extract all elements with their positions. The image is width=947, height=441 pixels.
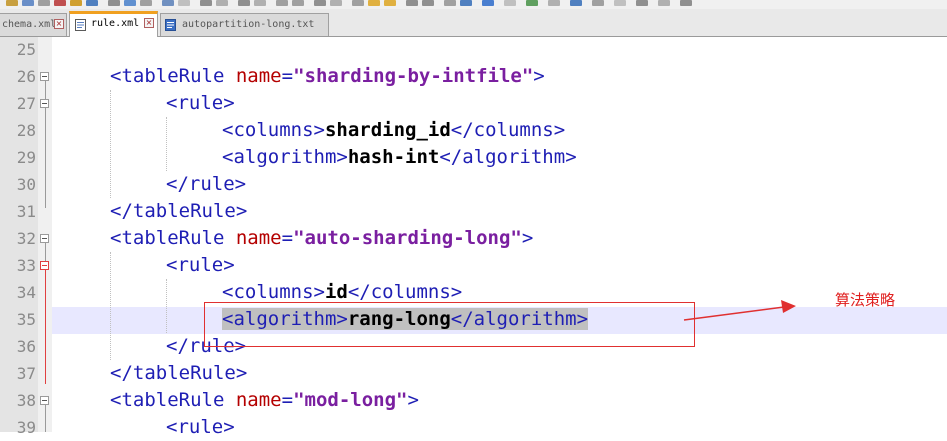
toolbar-icon[interactable] — [570, 0, 582, 6]
line-number: 39 — [16, 418, 36, 437]
code-line: </rule> — [166, 173, 247, 195]
line-number: 29 — [16, 148, 36, 167]
toolbar-icon[interactable] — [200, 0, 212, 6]
tab-close-icon[interactable]: × — [144, 18, 154, 28]
toolbar-icon[interactable] — [422, 0, 434, 6]
line-number: 26 — [16, 67, 36, 86]
fold-toggle-icon[interactable] — [40, 396, 49, 405]
toolbar-icon[interactable] — [162, 0, 174, 6]
line-number: 35 — [16, 310, 36, 329]
code-line: <tableRule name="sharding-by-intfile"> — [110, 65, 545, 87]
line-number: 25 — [16, 40, 36, 59]
toolbar-icon[interactable] — [680, 0, 692, 6]
indent-guide — [110, 90, 111, 198]
fold-toggle-icon[interactable] — [40, 261, 49, 270]
toolbar-icon[interactable] — [178, 0, 190, 6]
tab-label: rule.xml — [91, 18, 140, 29]
code-line: <rule> — [166, 416, 235, 438]
toolbar-icon[interactable] — [658, 0, 670, 6]
toolbar-icon[interactable] — [124, 0, 136, 6]
fold-toggle-icon[interactable] — [40, 72, 49, 81]
fold-line — [45, 270, 46, 384]
line-number-gutter: 25 26 27 28 29 30 31 32 33 34 35 36 37 3… — [0, 37, 38, 437]
toolbar — [0, 0, 947, 9]
code-line: <rule> — [166, 254, 235, 276]
annotation-highlight-box — [204, 302, 695, 347]
toolbar-icon[interactable] — [330, 0, 342, 6]
line-number: 28 — [16, 121, 36, 140]
toolbar-icon[interactable] — [592, 0, 604, 6]
code-line: <rule> — [166, 92, 235, 114]
line-number: 34 — [16, 283, 36, 302]
fold-toggle-icon[interactable] — [40, 99, 49, 108]
toolbar-icon[interactable] — [254, 0, 266, 6]
toolbar-icon[interactable] — [406, 0, 418, 6]
line-number: 38 — [16, 391, 36, 410]
indent-guide — [166, 117, 167, 171]
line-number: 32 — [16, 229, 36, 248]
toolbar-icon[interactable] — [548, 0, 560, 6]
toolbar-icon[interactable] — [482, 0, 494, 6]
line-number: 36 — [16, 337, 36, 356]
toolbar-icon[interactable] — [614, 0, 626, 6]
toolbar-icon[interactable] — [6, 0, 18, 6]
fold-toggle-icon[interactable] — [40, 234, 49, 243]
toolbar-icon[interactable] — [108, 0, 120, 6]
toolbar-icon[interactable] — [368, 0, 380, 6]
code-line: <tableRule name="auto-sharding-long"> — [110, 227, 534, 249]
toolbar-icon[interactable] — [444, 0, 456, 6]
tab-close-icon[interactable]: × — [54, 19, 64, 29]
tab-schema-xml[interactable]: chema.xml × — [0, 13, 67, 36]
toolbar-icon[interactable] — [292, 0, 304, 6]
line-number: 33 — [16, 256, 36, 275]
txt-file-icon — [165, 19, 176, 31]
code-line: <algorithm>hash-int</algorithm> — [222, 146, 577, 168]
line-number: 30 — [16, 175, 36, 194]
toolbar-icon[interactable] — [460, 0, 472, 6]
toolbar-icon[interactable] — [352, 0, 364, 6]
line-number: 37 — [16, 364, 36, 383]
code-line: </tableRule> — [110, 362, 248, 384]
fold-line — [45, 243, 46, 262]
toolbar-icon[interactable] — [636, 0, 648, 6]
toolbar-icon[interactable] — [314, 0, 326, 6]
indent-guide — [110, 252, 111, 360]
toolbar-icon[interactable] — [54, 0, 66, 6]
tab-autopartition-long-txt[interactable]: autopartition-long.txt — [160, 13, 329, 36]
tab-label: autopartition-long.txt — [182, 19, 315, 30]
line-number: 31 — [16, 202, 36, 221]
annotation-label: 算法策略 — [835, 291, 896, 309]
code-line: <columns>sharding_id</columns> — [222, 119, 566, 141]
tab-bar: chema.xml × rule.xml × autopartition-lon… — [0, 9, 947, 37]
toolbar-icon[interactable] — [70, 0, 82, 6]
code-line: </tableRule> — [110, 200, 248, 222]
fold-line — [45, 405, 46, 432]
xml-file-icon — [75, 19, 86, 31]
code-line: <tableRule name="mod-long"> — [110, 389, 419, 411]
toolbar-icon[interactable] — [86, 0, 98, 6]
toolbar-icon[interactable] — [526, 0, 538, 6]
toolbar-icon[interactable] — [140, 0, 152, 6]
toolbar-icon[interactable] — [216, 0, 228, 6]
toolbar-icon[interactable] — [22, 0, 34, 6]
tab-rule-xml[interactable]: rule.xml × — [69, 11, 158, 37]
toolbar-icon[interactable] — [238, 0, 250, 6]
indent-guide — [166, 279, 167, 333]
toolbar-icon[interactable] — [38, 0, 50, 6]
toolbar-icon[interactable] — [384, 0, 396, 6]
line-number: 27 — [16, 94, 36, 113]
toolbar-icon[interactable] — [504, 0, 516, 6]
toolbar-icon[interactable] — [276, 0, 288, 6]
tab-label: chema.xml — [2, 19, 57, 30]
